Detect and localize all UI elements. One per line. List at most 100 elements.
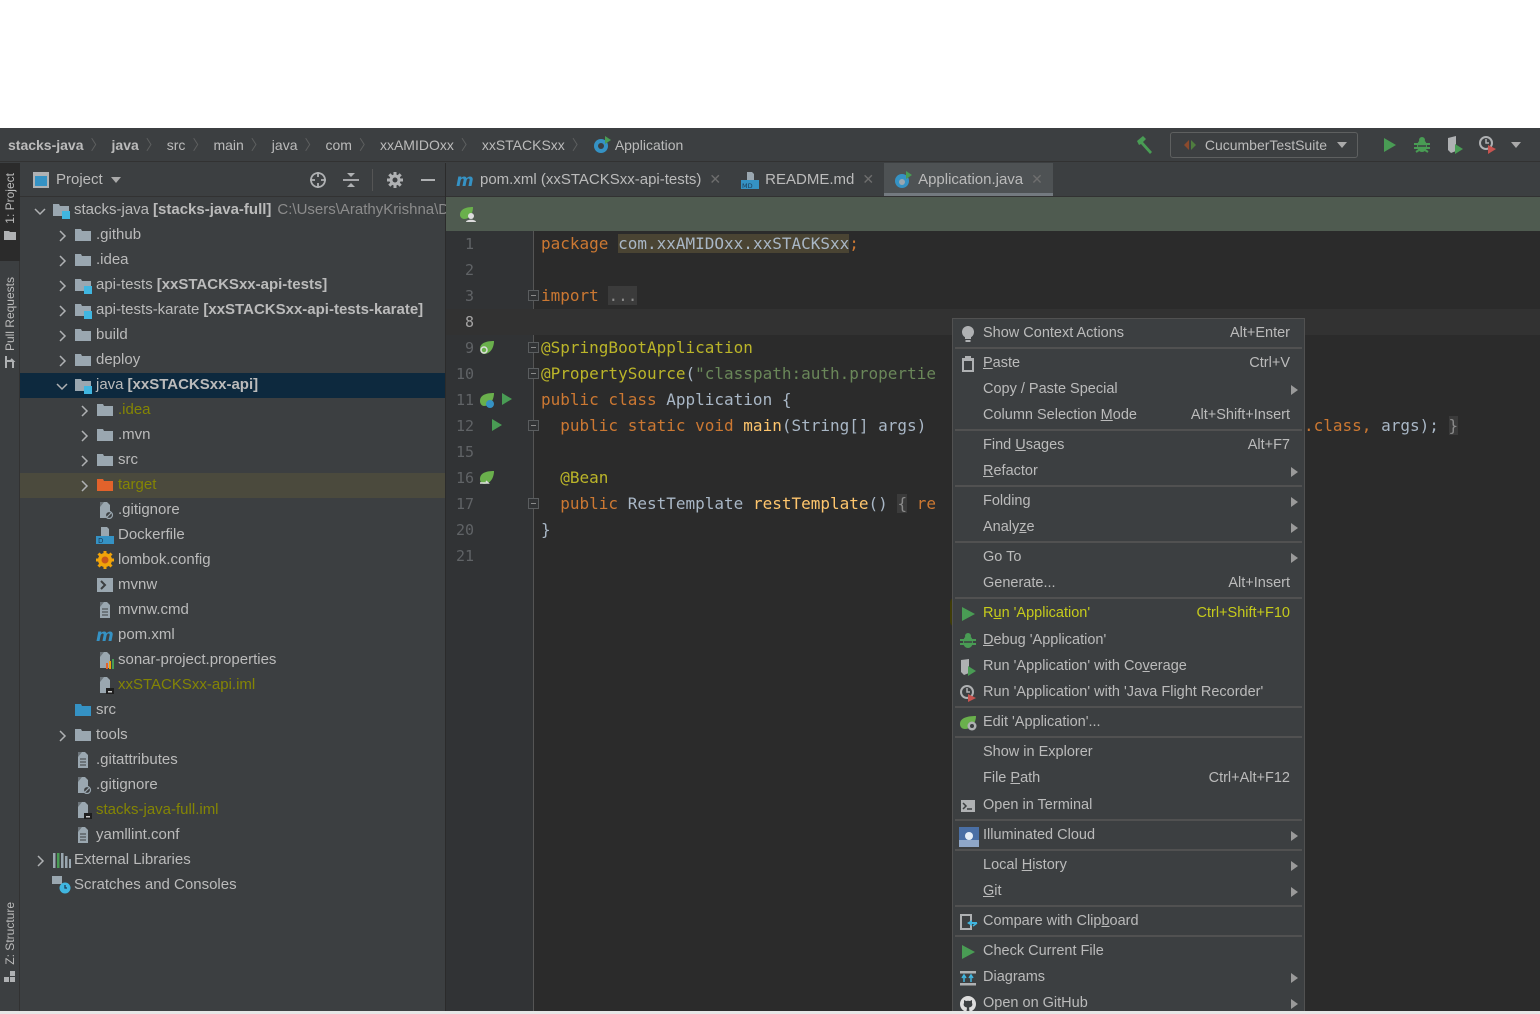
tree-node[interactable]: .github (20, 223, 445, 248)
gear-icon[interactable] (384, 169, 406, 191)
chevron-right-icon[interactable] (34, 854, 46, 867)
collapse-all-icon[interactable] (340, 169, 362, 191)
tree-node[interactable]: mvnw (20, 573, 445, 598)
tree-node[interactable]: yamllint.conf (20, 823, 445, 848)
fold-toggle-icon[interactable] (528, 498, 539, 509)
chevron-right-icon[interactable] (56, 254, 68, 267)
menu-item[interactable]: Compare with Clipboard (953, 909, 1304, 935)
editor-tab[interactable]: m pom.xml (xxSTACKSxx-api-tests) ✕ (446, 163, 731, 196)
spring-bean-icon[interactable] (478, 391, 496, 409)
menu-item[interactable]: Open on GitHub (953, 991, 1304, 1012)
tree-node[interactable]: java [xxSTACKSxx-api] (20, 373, 445, 398)
tree-node[interactable]: sonar-project.properties (20, 648, 445, 673)
breadcrumb-item[interactable]: java (272, 137, 298, 153)
tree-node[interactable]: deploy (20, 348, 445, 373)
tree-node[interactable]: api-tests [xxSTACKSxx-api-tests] (20, 273, 445, 298)
tree-node[interactable]: .idea (20, 398, 445, 423)
run-icon[interactable] (1378, 134, 1400, 156)
breadcrumb-item[interactable]: java (112, 137, 139, 153)
tool-tab-pull-requests[interactable]: Pull Requests (0, 273, 20, 383)
fold-toggle-icon[interactable] (528, 420, 539, 431)
menu-item[interactable]: Go To (953, 545, 1304, 571)
close-icon[interactable]: ✕ (1031, 171, 1043, 188)
menu-item[interactable]: File Path Ctrl+Alt+F12 (953, 766, 1304, 792)
chevron-down-icon[interactable] (34, 204, 46, 216)
menu-item[interactable]: Run 'Application' with Coverage (953, 654, 1304, 680)
coverage-icon[interactable] (1444, 134, 1466, 156)
code-line[interactable]: 2 (446, 257, 1540, 283)
menu-item[interactable]: Analyze (953, 515, 1304, 541)
editor-tab[interactable]: MD README.md ✕ (731, 163, 884, 196)
menu-item[interactable]: Run 'Application' Ctrl+Shift+F10 (953, 601, 1304, 627)
code-line[interactable]: 1 package com.xxAMIDOxx.xxSTACKSxx; (446, 231, 1540, 257)
menu-item[interactable]: Show Context Actions Alt+Enter (953, 321, 1304, 347)
tree-node[interactable]: tools (20, 723, 445, 748)
tree-node[interactable]: .gitignore (20, 773, 445, 798)
menu-item[interactable]: Show in Explorer (953, 740, 1304, 766)
menu-item[interactable]: Diagrams (953, 965, 1304, 991)
tree-node[interactable]: External Libraries (20, 848, 445, 873)
tree-node[interactable]: .gitattributes (20, 748, 445, 773)
tree-node[interactable]: stacks-java [stacks-java-full] C:\Users\Ar… (20, 198, 457, 223)
chevron-right-icon[interactable] (78, 404, 90, 417)
profiler-dropdown-chevron-icon[interactable] (1510, 134, 1522, 156)
tree-node[interactable]: m pom.xml (20, 623, 445, 648)
menu-item[interactable]: Open in Terminal (953, 793, 1304, 819)
breadcrumb-item[interactable]: xxSTACKSxx (482, 137, 565, 153)
chevron-right-icon[interactable] (56, 729, 68, 742)
chevron-down-icon[interactable] (110, 176, 121, 183)
tree-node[interactable]: Scratches and Consoles (20, 873, 445, 898)
menu-item[interactable]: Paste Ctrl+V (953, 351, 1304, 377)
menu-item[interactable]: Local History (953, 853, 1304, 879)
breadcrumb-item[interactable]: main (213, 137, 243, 153)
run-gutter-icon[interactable] (500, 391, 518, 409)
tree-node[interactable]: D Dockerfile (20, 523, 445, 548)
menu-item[interactable]: Refactor (953, 459, 1304, 485)
chevron-right-icon[interactable] (78, 479, 90, 492)
menu-item[interactable]: Git (953, 879, 1304, 905)
close-icon[interactable]: ✕ (709, 171, 721, 188)
hide-panel-icon[interactable] (417, 169, 439, 191)
chevron-right-icon[interactable] (56, 329, 68, 342)
fold-toggle-icon[interactable] (528, 342, 539, 353)
menu-item[interactable]: Illuminated Cloud (953, 823, 1304, 849)
menu-item[interactable]: Copy / Paste Special (953, 377, 1304, 403)
locate-target-icon[interactable] (307, 169, 329, 191)
breadcrumb-item[interactable]: src (167, 137, 186, 153)
tree-node[interactable]: src (20, 698, 445, 723)
chevron-right-icon[interactable] (56, 279, 68, 292)
spring-boot-icon[interactable] (458, 205, 478, 223)
run-gutter-icon[interactable] (490, 417, 508, 435)
menu-item[interactable]: Column Selection Mode Alt+Shift+Insert (953, 403, 1304, 429)
menu-item[interactable]: Generate... Alt+Insert (953, 571, 1304, 597)
breadcrumb-item[interactable]: stacks-java (8, 137, 84, 153)
breadcrumb-current[interactable]: Application (615, 137, 684, 153)
spring-bean-navigate-icon[interactable] (478, 469, 496, 487)
tree-node[interactable]: build (20, 323, 445, 348)
tool-tab-project[interactable]: 1: Project (0, 163, 20, 261)
tree-node[interactable]: target (20, 473, 445, 498)
chevron-right-icon[interactable] (56, 304, 68, 317)
chevron-down-icon[interactable] (56, 379, 68, 391)
tree-node[interactable]: api-tests-karate [xxSTACKSxx-api-tests-ka… (20, 298, 445, 323)
menu-item[interactable]: Find Usages Alt+F7 (953, 433, 1304, 459)
tree-node[interactable]: src (20, 448, 445, 473)
chevron-right-icon[interactable] (78, 454, 90, 467)
chevron-right-icon[interactable] (78, 429, 90, 442)
debug-bug-icon[interactable] (1411, 134, 1433, 156)
editor-tab[interactable]: Application.java ✕ (884, 163, 1053, 196)
tree-node[interactable]: .mvn (20, 423, 445, 448)
tree-node[interactable]: .idea (20, 248, 445, 273)
hammer-icon[interactable] (1134, 134, 1156, 156)
menu-item[interactable]: Run 'Application' with 'Java Flight Reco… (953, 680, 1304, 706)
tool-tab-structure[interactable]: Z: Structure (0, 898, 20, 998)
tree-node[interactable]: mvnw.cmd (20, 598, 445, 623)
code-line[interactable]: 3 import ... (446, 283, 1540, 309)
menu-item[interactable]: Edit 'Application'... (953, 710, 1304, 736)
close-icon[interactable]: ✕ (862, 171, 874, 188)
breadcrumb-item[interactable]: xxAMIDOxx (380, 137, 454, 153)
menu-item[interactable]: Check Current File (953, 939, 1304, 965)
fold-toggle-icon[interactable] (528, 290, 539, 301)
breadcrumb-item[interactable]: com (325, 137, 351, 153)
fold-toggle-icon[interactable] (528, 368, 539, 379)
